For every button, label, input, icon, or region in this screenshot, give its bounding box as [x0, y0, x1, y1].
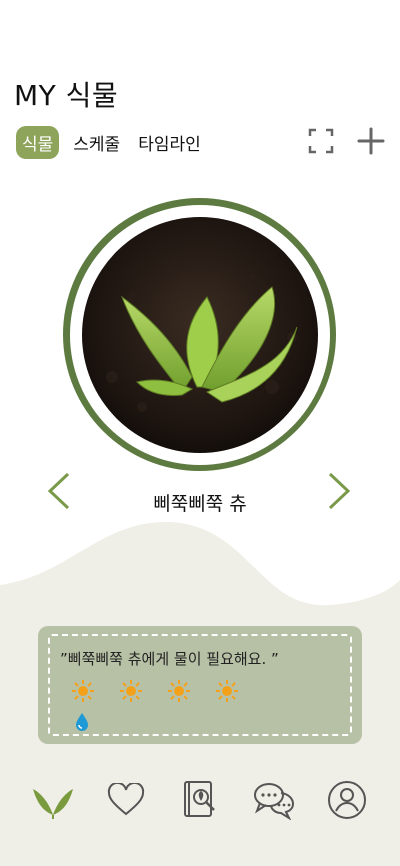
sun-icon	[120, 680, 142, 702]
sunlight-row	[72, 680, 238, 702]
water-reminder-card: ”삐쭉삐쭉 츄에게 물이 필요해요. ”	[38, 626, 362, 744]
tab-timeline[interactable]: 타임라인	[134, 127, 205, 158]
reminder-dashed-border: ”삐쭉삐쭉 츄에게 물이 필요해요. ”	[48, 634, 352, 736]
plant-photo-frame	[63, 198, 336, 471]
nav-community[interactable]	[250, 776, 298, 824]
plant-photo[interactable]	[81, 216, 318, 453]
fullscreen-icon[interactable]	[306, 126, 336, 156]
reminder-text: ”삐쭉삐쭉 츄에게 물이 필요해요. ”	[60, 650, 279, 668]
plant-name: 삐쭉삐쭉 츄	[153, 493, 247, 515]
plant-icon	[32, 789, 73, 819]
sun-icon	[216, 680, 238, 702]
top-actions	[306, 126, 386, 156]
plant-photo-ring	[69, 204, 330, 465]
nav-plants[interactable]	[29, 776, 77, 824]
profile-icon	[328, 781, 367, 819]
nav-plant-dictionary[interactable]	[176, 776, 224, 824]
plus-icon[interactable]	[356, 126, 386, 156]
tab-bar: 식물 스케줄 타임라인	[16, 126, 205, 159]
nav-profile[interactable]	[323, 776, 371, 824]
bottom-navigation	[0, 774, 400, 826]
heart-icon	[108, 783, 145, 816]
sun-icon	[72, 680, 94, 702]
nav-favorites[interactable]	[102, 776, 150, 824]
plant-book-icon	[183, 781, 215, 817]
water-drop-icon	[76, 713, 88, 731]
tab-plants[interactable]: 식물	[16, 126, 60, 159]
sun-icon	[168, 680, 190, 702]
tab-schedule[interactable]: 스케줄	[69, 127, 124, 158]
page-title: MY 식물	[14, 79, 119, 112]
chat-icon	[253, 783, 294, 820]
